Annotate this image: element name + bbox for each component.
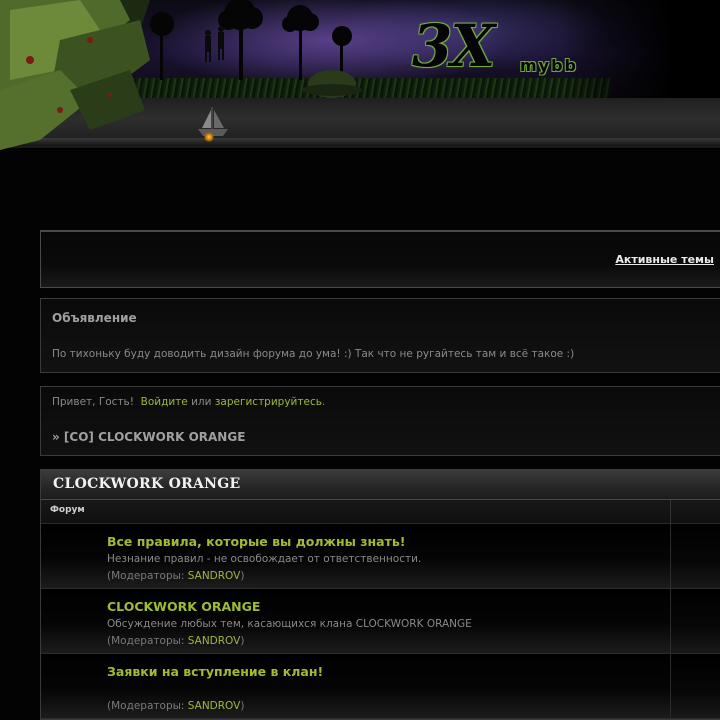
ship-glow xyxy=(204,132,214,142)
forum-moderators: (Модераторы: SANDROV) xyxy=(107,700,244,712)
forum-row: CLOCKWORK ORANGE Обсуждение любых тем, к… xyxy=(41,589,720,654)
moderator-link[interactable]: SANDROV xyxy=(188,635,241,647)
forum-description: Обсуждение любых тем, касающихся клана C… xyxy=(107,618,472,630)
site-logo[interactable]: 3X xyxy=(412,16,495,76)
login-link[interactable]: Войдите xyxy=(141,396,188,408)
period-text: . xyxy=(321,396,326,408)
welcome-panel: Привет, Гость! Войдите или зарегистрируй… xyxy=(40,386,720,456)
forum-title-link[interactable]: Все правила, которые вы должны знать! xyxy=(107,534,405,549)
forum-description: Незнание правил - не освобождает от отве… xyxy=(107,553,422,565)
register-link[interactable]: зарегистрируйтесь xyxy=(215,396,322,408)
category-title[interactable]: CLOCKWORK ORANGE xyxy=(53,476,241,492)
forum-moderators: (Модераторы: SANDROV) xyxy=(107,570,244,582)
moderators-prefix: (Модераторы: xyxy=(107,700,188,712)
announcement-text: По тихоньку буду доводить дизайн форума … xyxy=(52,348,575,360)
breadcrumb[interactable]: » [CO] CLOCKWORK ORANGE xyxy=(52,430,245,444)
soldier-silhouettes xyxy=(205,26,224,62)
category-header: CLOCKWORK ORANGE xyxy=(41,470,720,500)
column-divider xyxy=(670,500,671,523)
forum-title-link[interactable]: CLOCKWORK ORANGE xyxy=(107,599,260,614)
moderators-suffix: ) xyxy=(240,700,245,712)
site-header: 3X mybb xyxy=(0,0,720,150)
moderator-link[interactable]: SANDROV xyxy=(188,570,241,582)
tree-silhouettes xyxy=(150,0,352,80)
welcome-line: Привет, Гость! Войдите или зарегистрируй… xyxy=(52,396,325,408)
column-header-row: Форум xyxy=(41,500,720,524)
moderators-suffix: ) xyxy=(240,635,245,647)
forum-category-table: CLOCKWORK ORANGE Форум Все правила, кото… xyxy=(40,469,720,720)
header-fade xyxy=(560,0,720,98)
column-header-forum: Форум xyxy=(50,505,85,515)
or-text: или xyxy=(191,396,212,408)
greeting-text: Привет, Гость! xyxy=(52,396,134,408)
announcement-title: Объявление xyxy=(52,311,137,325)
forum-stats-cell xyxy=(670,524,720,588)
forum-row: Все правила, которые вы должны знать! Не… xyxy=(41,524,720,589)
moderators-prefix: (Модераторы: xyxy=(107,635,188,647)
announcement-panel: Объявление По тихоньку буду доводить диз… xyxy=(40,298,720,373)
forum-stats-cell xyxy=(670,589,720,653)
forum-row: Заявки на вступление в клан! (Модераторы… xyxy=(41,654,720,719)
moderators-suffix: ) xyxy=(240,570,245,582)
active-topics-bar: Активные темы xyxy=(40,230,720,288)
site-logo-subtitle: mybb xyxy=(520,56,579,75)
moderators-prefix: (Модераторы: xyxy=(107,570,188,582)
forum-stats-cell xyxy=(670,654,720,718)
active-topics-link[interactable]: Активные темы xyxy=(615,253,714,266)
forum-moderators: (Модераторы: SANDROV) xyxy=(107,635,244,647)
forum-title-link[interactable]: Заявки на вступление в клан! xyxy=(107,664,323,679)
camo-leaves-decoration xyxy=(0,0,150,150)
moderator-link[interactable]: SANDROV xyxy=(188,700,241,712)
